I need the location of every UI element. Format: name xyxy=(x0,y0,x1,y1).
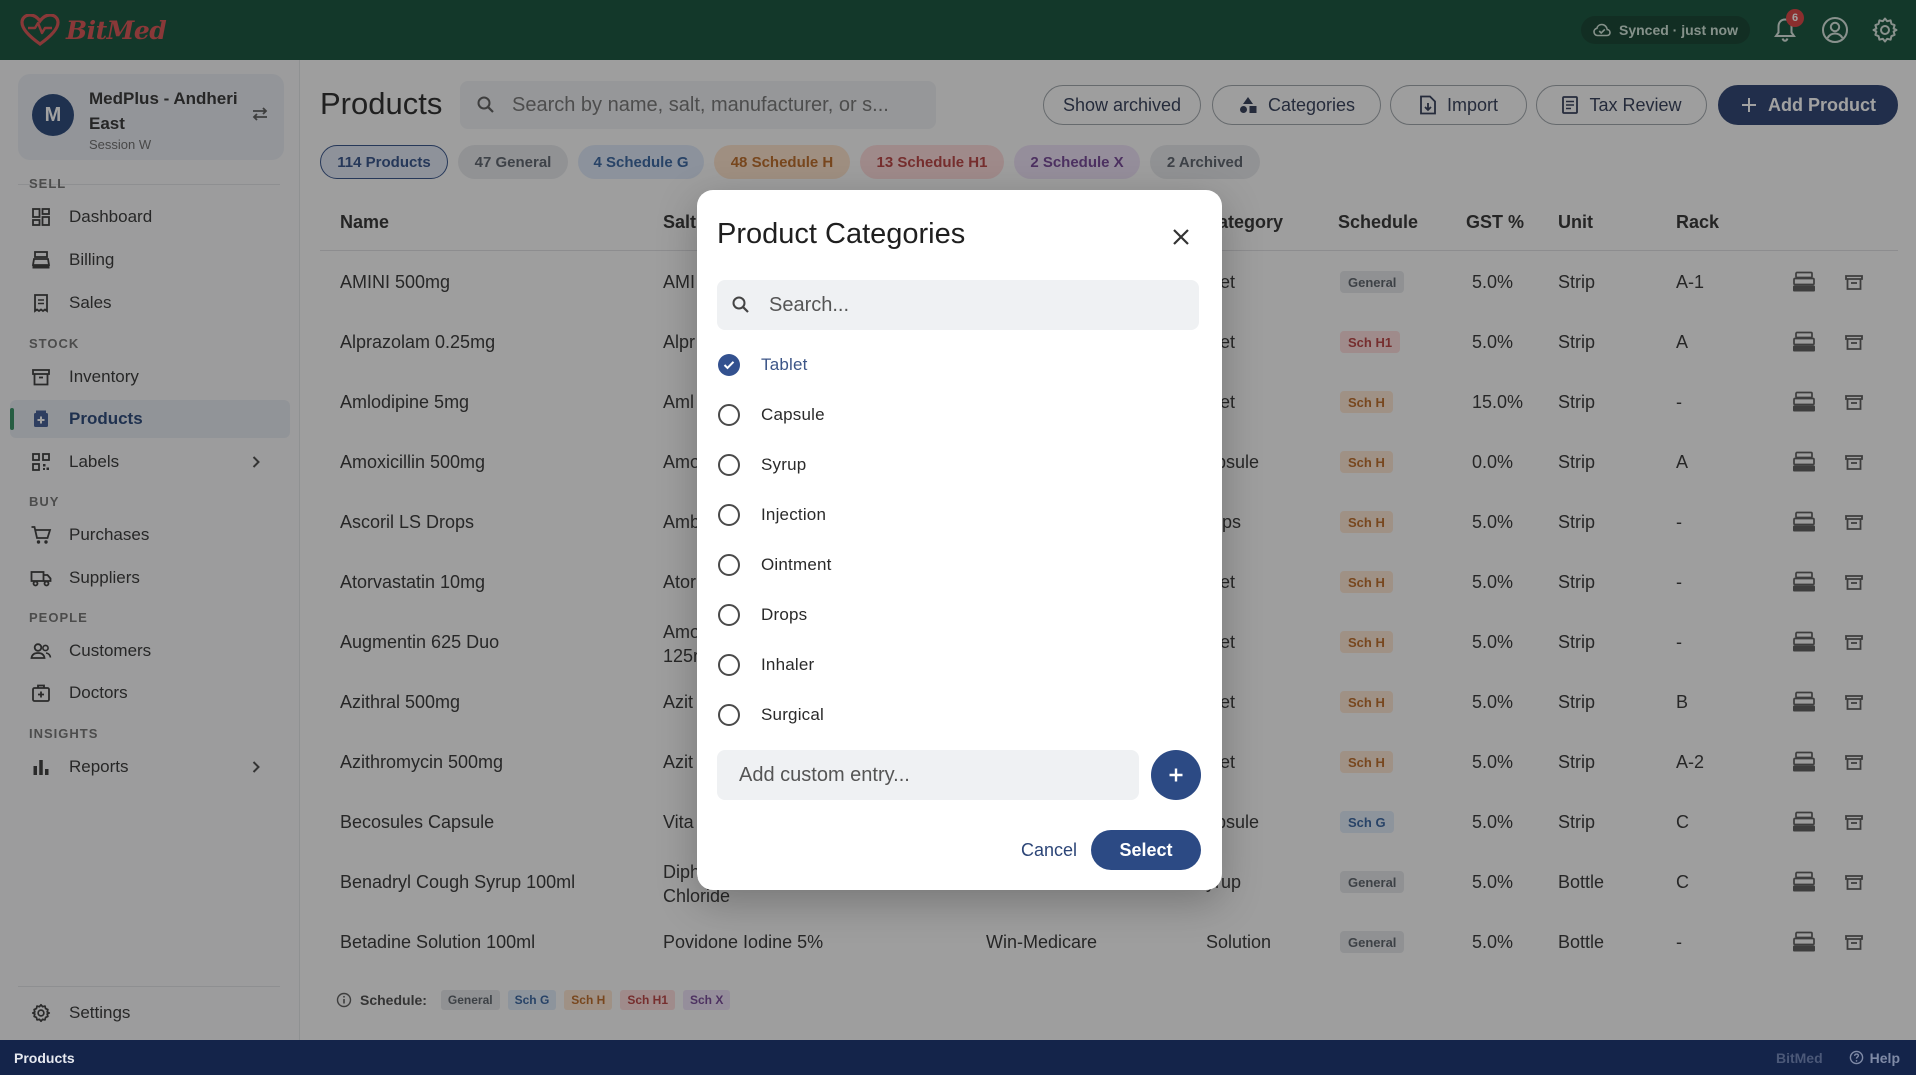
select-button[interactable]: Select xyxy=(1091,830,1201,870)
option-label: Ointment xyxy=(761,555,832,574)
radio-checked-icon xyxy=(718,354,740,376)
close-icon xyxy=(1171,227,1191,247)
option-label: Inhaler xyxy=(761,655,815,674)
radio-empty-icon xyxy=(718,454,740,476)
product-categories-dialog: Product Categories Tablet Capsule Syrup Inj… xyxy=(697,190,1222,890)
plus-icon xyxy=(1167,766,1185,784)
category-option[interactable]: Ointment xyxy=(717,545,1199,585)
radio-empty-icon xyxy=(718,404,740,426)
radio-empty-icon xyxy=(718,654,740,676)
option-label: Drops xyxy=(761,605,808,624)
dialog-title: Product Categories xyxy=(717,218,966,250)
status-brand: BitMed xyxy=(1775,1049,1823,1066)
category-search[interactable] xyxy=(717,280,1199,330)
radio-empty-icon xyxy=(718,704,740,726)
category-option[interactable]: Surgical xyxy=(717,695,1199,735)
category-option[interactable]: Inhaler xyxy=(717,645,1199,685)
category-search-input[interactable] xyxy=(769,293,1169,317)
category-option[interactable]: Drops xyxy=(717,595,1199,635)
option-label: Surgical xyxy=(761,705,825,724)
add-custom-entry-button[interactable] xyxy=(1151,750,1201,800)
cancel-button[interactable]: Cancel xyxy=(1009,830,1089,870)
help-circle-icon xyxy=(1849,1050,1864,1065)
status-page-name: Products xyxy=(14,1049,75,1066)
category-option[interactable]: Syrup xyxy=(717,445,1199,485)
close-button[interactable] xyxy=(1168,224,1194,250)
radio-empty-icon xyxy=(718,554,740,576)
search-icon xyxy=(731,295,751,315)
option-label: Tablet xyxy=(761,355,808,374)
radio-empty-icon xyxy=(718,504,740,526)
category-option[interactable]: Injection xyxy=(717,495,1199,535)
radio-empty-icon xyxy=(718,604,740,626)
help-link[interactable]: Help xyxy=(1849,1050,1900,1066)
category-option[interactable]: Tablet xyxy=(717,345,1199,385)
status-bar: Products BitMed Help xyxy=(0,1040,1916,1075)
custom-entry-field[interactable] xyxy=(717,750,1139,800)
option-label: Syrup xyxy=(761,455,807,474)
custom-entry-input[interactable] xyxy=(739,763,1119,787)
option-label: Injection xyxy=(761,505,827,524)
option-label: Capsule xyxy=(761,405,825,424)
help-label: Help xyxy=(1869,1049,1900,1066)
category-option[interactable]: Capsule xyxy=(717,395,1199,435)
